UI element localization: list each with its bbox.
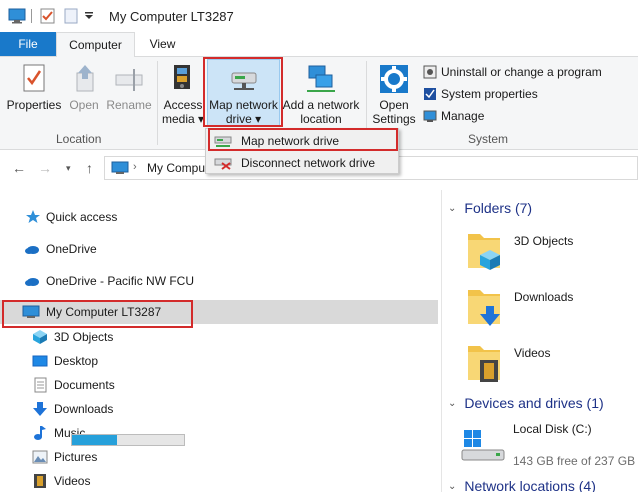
open-button[interactable]: Open [64,63,104,112]
properties-check-icon[interactable] [40,8,56,24]
star-icon [26,210,40,223]
open-settings-button[interactable]: Open Settings [370,63,418,126]
collapse-chevron-icon: ⌄ [448,480,457,492]
map-network-drive-annotation-box [203,57,283,127]
tab-file[interactable]: File [0,32,56,56]
system-group-label: System [468,132,509,146]
disk-usage-fill [72,435,117,445]
properties-button[interactable]: Properties [6,63,62,112]
computer-icon [111,161,129,174]
music-note-icon [34,426,46,440]
window-title: My Computer LT3287 [109,9,234,24]
computer-icon[interactable] [8,8,26,24]
cube-icon [33,330,47,344]
nav-item-onedrive-pnw[interactable]: OneDrive - Pacific NW FCU [24,270,194,292]
nav-item-downloads[interactable]: Downloads [32,398,113,420]
download-arrow-icon [33,402,47,416]
collapse-chevron-icon: ⌄ [448,397,457,409]
folder-3d-objects-icon [468,234,500,270]
nav-item-pictures[interactable]: Pictures [32,446,97,468]
devices-section-header[interactable]: ⌄ Devices and drives (1) [448,395,604,411]
folder-item-downloads[interactable]: Downloads [466,284,573,331]
folder-downloads-icon [468,290,500,326]
system-properties-icon [424,88,436,100]
nav-item-onedrive[interactable]: OneDrive [24,238,97,260]
system-properties-button[interactable]: System properties [423,84,538,104]
pictures-icon [32,450,48,464]
folder-item-videos[interactable]: Videos [466,340,550,387]
ribbon-group-separator [157,61,158,145]
rename-icon [115,69,143,91]
menu-item-disconnect-network-drive[interactable]: Disconnect network drive [206,152,398,174]
desktop-icon [32,355,48,367]
customize-toolbar-chevron-icon[interactable] [84,12,94,20]
network-location-icon [307,65,335,92]
disconnect-drive-icon [214,158,232,170]
gear-icon [380,65,408,93]
nav-item-desktop[interactable]: Desktop [32,350,98,372]
navigation-pane: Quick access OneDrive OneDrive - Pacific… [0,186,438,492]
network-locations-section-header[interactable]: ⌄ Network locations (4) [448,478,596,492]
nav-item-videos[interactable]: Videos [32,470,90,492]
new-folder-icon[interactable] [64,8,78,24]
rename-button[interactable]: Rename [104,63,154,112]
address-path: My Compu [147,161,206,175]
folder-videos-icon [468,346,500,382]
recent-locations-chevron-icon[interactable]: ▾ [66,163,71,174]
manage-icon [423,110,437,122]
access-media-button[interactable]: Access media ▾ [161,63,205,126]
folders-section-header[interactable]: ⌄ Folders (7) [448,200,532,216]
film-strip-icon [34,474,46,488]
my-computer-annotation-box [2,300,193,328]
forward-arrow-icon[interactable]: → [38,160,52,176]
up-arrow-icon[interactable]: ↑ [86,160,93,176]
manage-button[interactable]: Manage [423,106,484,126]
location-group-label: Location [56,132,102,146]
disk-usage-bar [71,434,185,446]
nav-item-documents[interactable]: Documents [32,374,115,396]
documents-icon [34,377,47,393]
title-bar: My Computer LT3287 [0,0,638,32]
tab-view[interactable]: View [135,32,190,56]
nav-item-quick-access[interactable]: Quick access [26,206,117,228]
add-network-location-button[interactable]: Add a network location [282,63,360,126]
open-icon [76,65,94,92]
folder-item-3d-objects[interactable]: 3D Objects [466,228,573,275]
breadcrumb-chevron-icon[interactable]: › [133,161,137,173]
windows-drive-icon [461,430,505,461]
quick-access-separator [31,9,32,23]
tab-computer[interactable]: Computer [56,32,135,57]
ribbon-tabs: File Computer View [0,32,638,57]
back-arrow-icon[interactable]: ← [12,160,26,176]
collapse-chevron-icon: ⌄ [448,202,457,214]
properties-icon [23,64,45,92]
map-network-drive-menu-annotation-box [208,128,398,151]
uninstall-icon [423,65,437,79]
nav-item-3d-objects[interactable]: 3D Objects [32,326,113,348]
cloud-icon [25,278,39,286]
cloud-icon [25,246,39,254]
drive-item-local-disk[interactable]: Local Disk (C:) 143 GB free of 237 GB [460,422,635,469]
content-pane: ⌄ Folders (7) 3D Objects Downloads Video… [442,186,638,492]
uninstall-program-button[interactable]: Uninstall or change a program [423,62,602,82]
access-media-icon [174,65,190,89]
